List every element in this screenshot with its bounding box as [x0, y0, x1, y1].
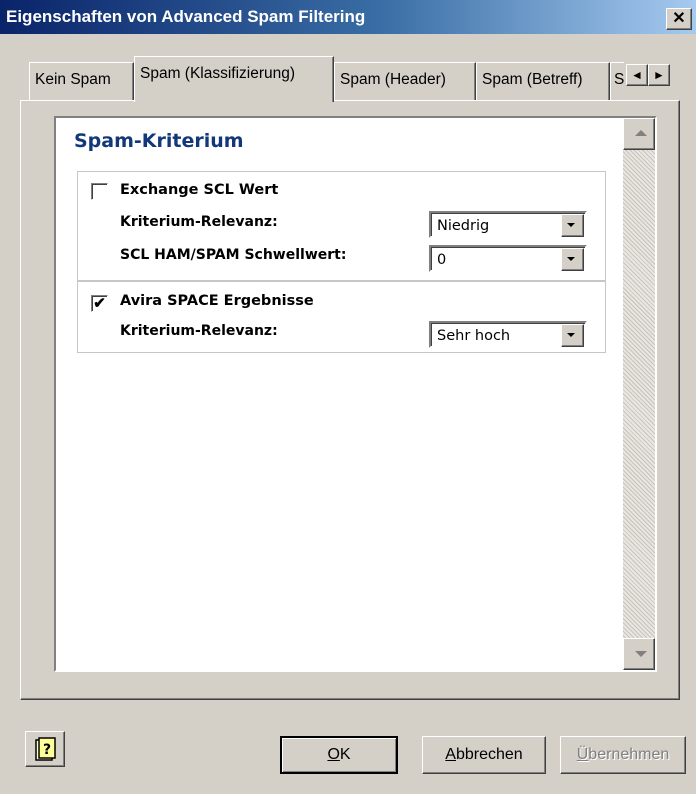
tab-label: S: [614, 71, 624, 88]
criterion-group-avira-space: ✔ Avira SPACE Ergebnisse Kriterium-Relev…: [77, 281, 606, 353]
close-button[interactable]: ✕: [666, 8, 692, 30]
ok-mnemonic: O: [327, 746, 340, 763]
ok-label: K: [339, 746, 351, 763]
exchange-relevance-select[interactable]: Niedrig: [429, 211, 587, 238]
arrow-right-icon: ►: [653, 68, 665, 82]
tab-label: Spam (Header): [340, 71, 446, 88]
chevron-down-icon: [567, 333, 575, 337]
exchange-scl-checkbox[interactable]: [91, 183, 108, 200]
help-button[interactable]: ?: [25, 731, 65, 767]
scl-threshold-label: SCL HAM/SPAM Schwellwert:: [120, 247, 347, 263]
chevron-down-icon: [567, 223, 575, 227]
apply-button: Übernehmen: [560, 736, 686, 774]
tab-spam-klassifizierung[interactable]: Spam (Klassifizierung): [134, 56, 334, 102]
scl-threshold-select[interactable]: 0: [429, 245, 587, 272]
avira-relevance-select[interactable]: Sehr hoch: [429, 321, 587, 348]
tab-label: Spam (Betreff): [482, 71, 583, 88]
select-value: 0: [437, 252, 447, 268]
apply-mnemonic: Ü: [576, 746, 589, 763]
criteria-content: Spam-Kriterium Exchange SCL Wert Kriteri…: [56, 118, 623, 670]
check-mark-icon: ✔: [93, 295, 106, 312]
scroll-up-button[interactable]: [623, 118, 655, 150]
tab-spam-header[interactable]: Spam (Header): [334, 62, 476, 100]
select-value: Sehr hoch: [437, 328, 511, 344]
arrow-down-icon: [635, 651, 647, 657]
title-bar: Eigenschaften von Advanced Spam Filterin…: [0, 0, 696, 34]
chevron-down-icon: [567, 257, 575, 261]
apply-label: bernehmen: [588, 746, 670, 763]
tab-spam-betreff[interactable]: Spam (Betreff): [476, 62, 610, 100]
vertical-scrollbar[interactable]: [623, 118, 655, 670]
tab-scroll-left-button[interactable]: ◄: [626, 64, 648, 86]
cancel-button[interactable]: Abbrechen: [422, 736, 546, 774]
tab-label: Spam (Klassifizierung): [140, 65, 296, 82]
ok-button[interactable]: OK: [280, 736, 398, 774]
scroll-down-button[interactable]: [623, 638, 655, 670]
criteria-panel: Spam-Kriterium Exchange SCL Wert Kriteri…: [54, 116, 657, 672]
tab-partial[interactable]: S: [610, 62, 624, 100]
window-title: Eigenschaften von Advanced Spam Filterin…: [6, 7, 366, 26]
dropdown-button[interactable]: [561, 248, 584, 271]
avira-space-label: Avira SPACE Ergebnisse: [120, 293, 314, 309]
tab-kein-spam[interactable]: Kein Spam: [29, 62, 134, 100]
relevance-label: Kriterium-Relevanz:: [120, 214, 278, 230]
section-title: Spam-Kriterium: [74, 130, 244, 152]
close-icon: ✕: [672, 10, 686, 27]
tab-label: Kein Spam: [35, 71, 111, 88]
arrow-up-icon: [635, 130, 647, 136]
svg-text:?: ?: [43, 742, 51, 758]
cancel-mnemonic: A: [445, 746, 456, 763]
help-book-icon: ?: [35, 737, 56, 761]
criterion-group-exchange-scl: Exchange SCL Wert Kriterium-Relevanz: Ni…: [77, 171, 606, 281]
relevance-label: Kriterium-Relevanz:: [120, 323, 278, 339]
tab-scroll-right-button[interactable]: ►: [648, 64, 670, 86]
avira-space-checkbox[interactable]: ✔: [91, 295, 108, 312]
dropdown-button[interactable]: [561, 214, 584, 237]
arrow-left-icon: ◄: [631, 68, 643, 82]
select-value: Niedrig: [437, 218, 490, 234]
exchange-scl-label: Exchange SCL Wert: [120, 182, 279, 198]
cancel-label: bbrechen: [455, 746, 523, 763]
dropdown-button[interactable]: [561, 324, 584, 347]
